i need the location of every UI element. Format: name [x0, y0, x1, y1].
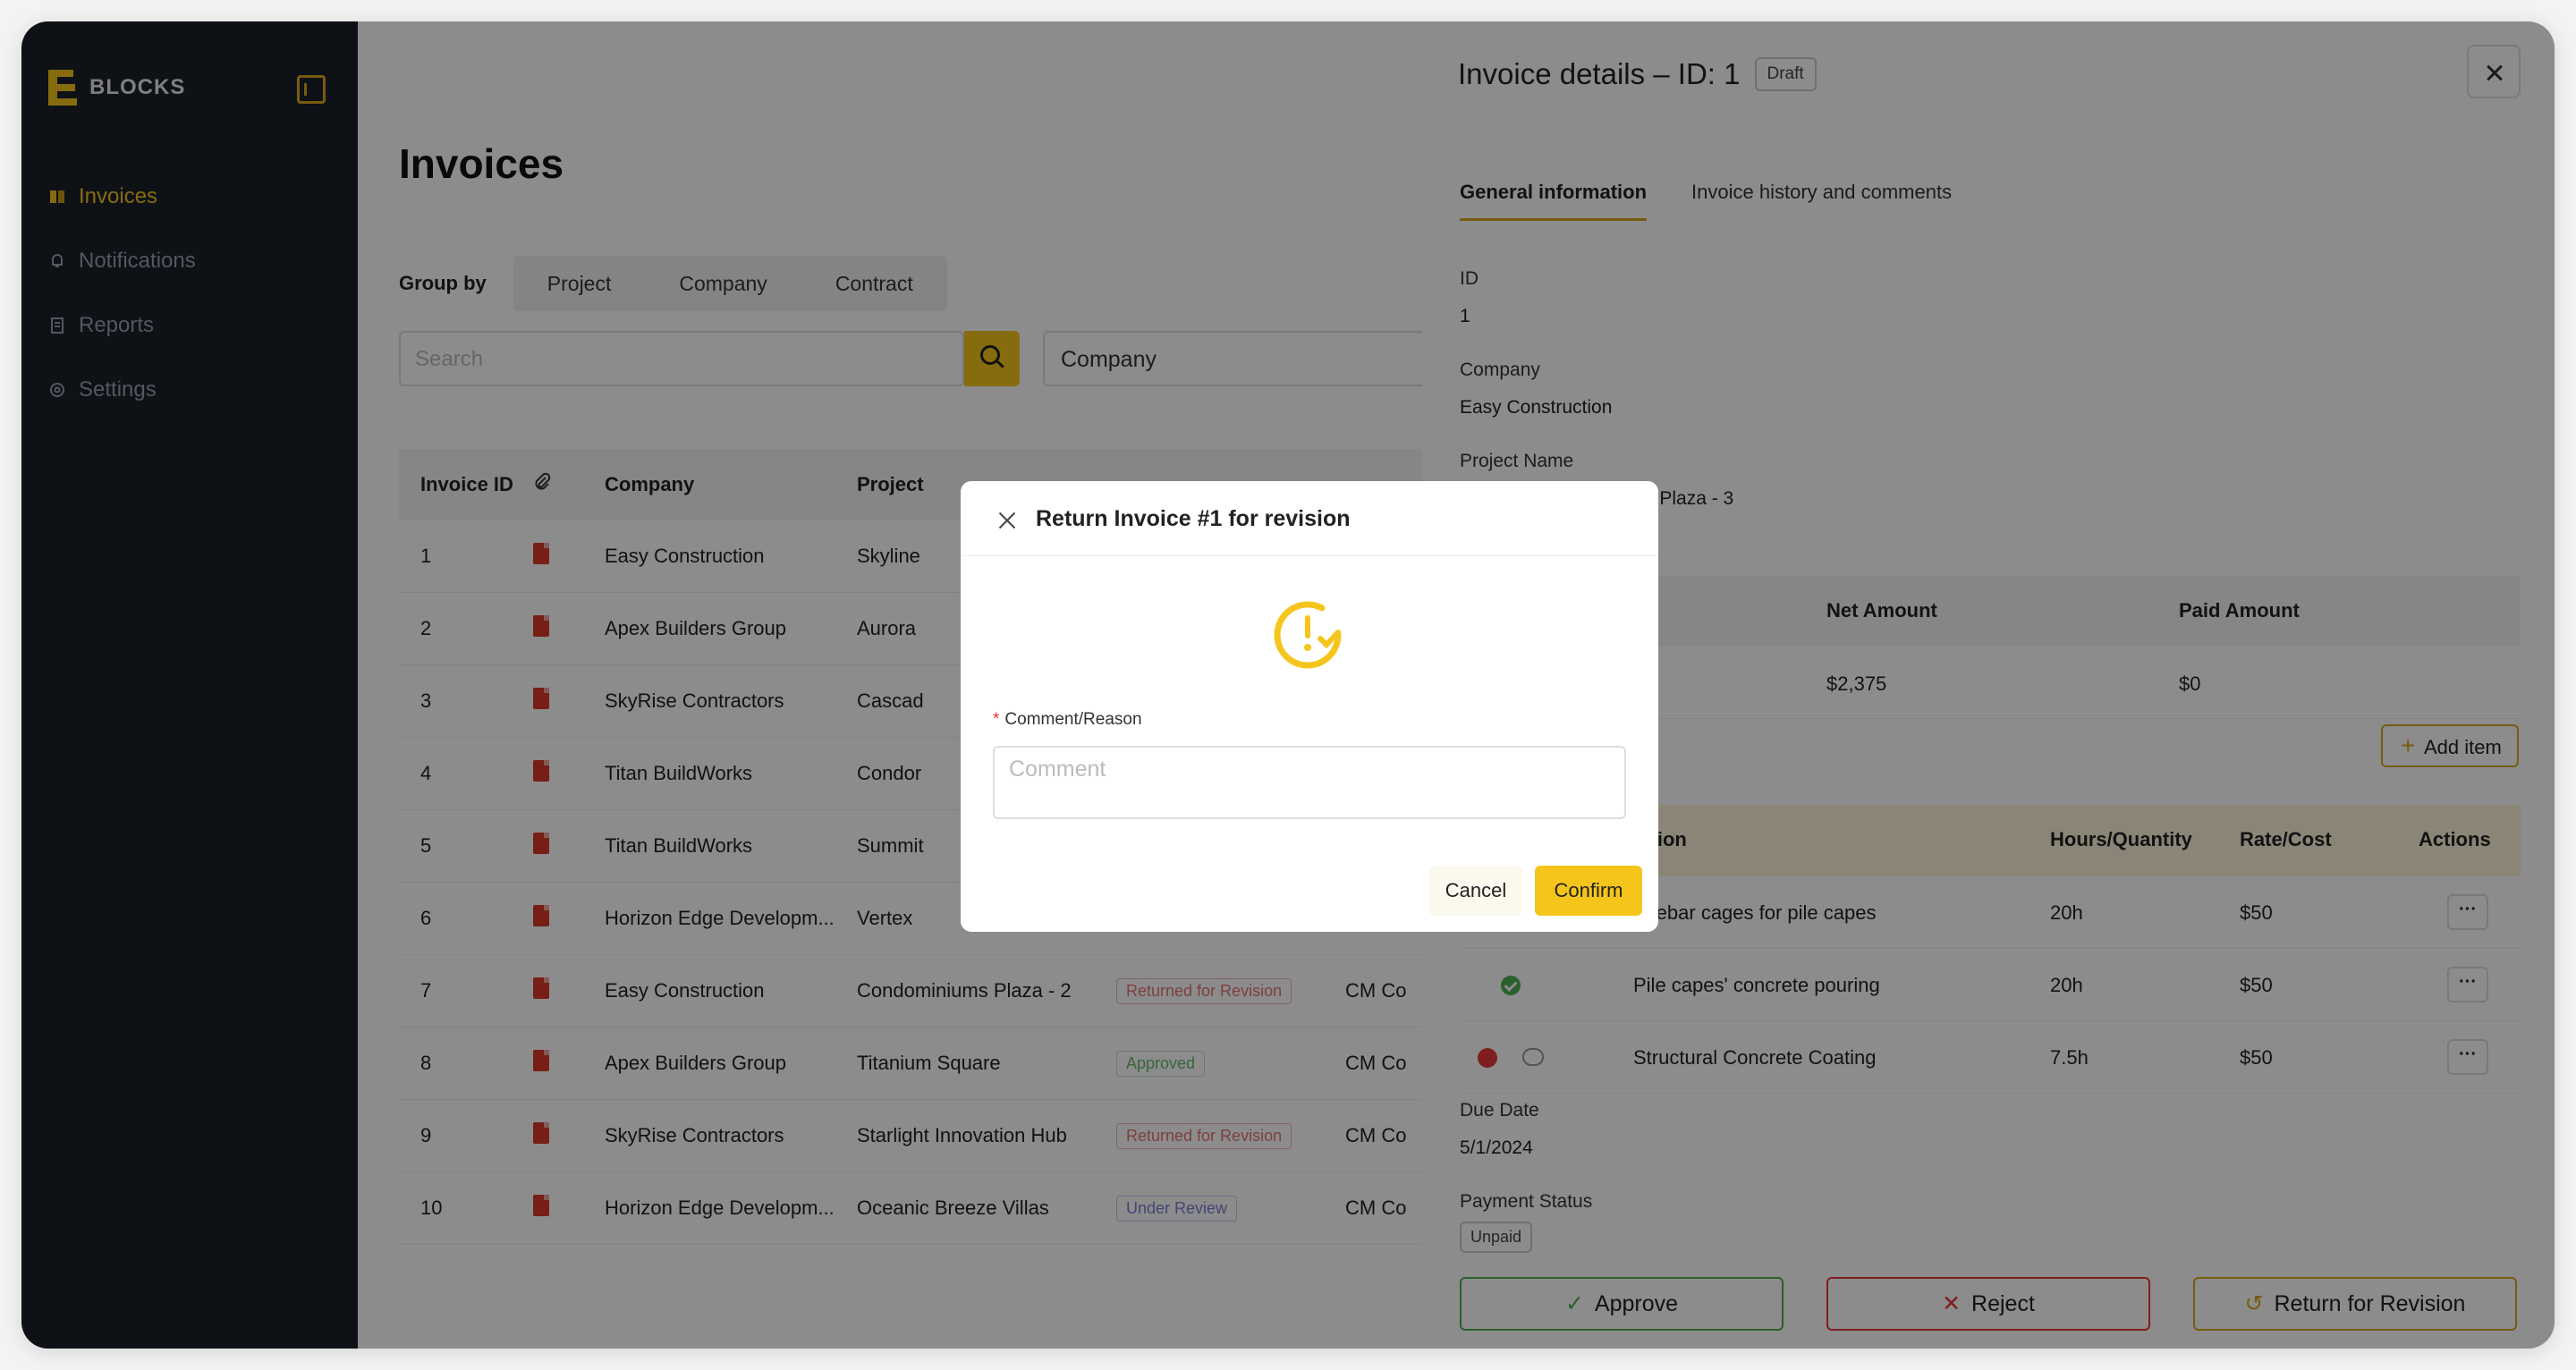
comment-textarea[interactable]: Comment	[993, 746, 1626, 819]
dialog-title: Return Invoice #1 for revision	[1036, 506, 1351, 531]
revision-warning-icon	[1274, 601, 1342, 669]
required-mark: *	[993, 710, 1000, 729]
close-icon[interactable]	[996, 510, 1018, 531]
cancel-button[interactable]: Cancel	[1429, 866, 1522, 916]
comment-label: * Comment/Reason	[993, 710, 1142, 730]
confirm-button[interactable]: Confirm	[1535, 866, 1642, 916]
return-for-revision-dialog: Return Invoice #1 for revision * Comment/…	[961, 481, 1658, 932]
dialog-header: Return Invoice #1 for revision	[961, 481, 1658, 556]
comment-label-text: Comment/Reason	[1004, 710, 1142, 729]
app-window: BLOCKS Invoices Notifications Reports Se…	[21, 21, 2555, 1349]
